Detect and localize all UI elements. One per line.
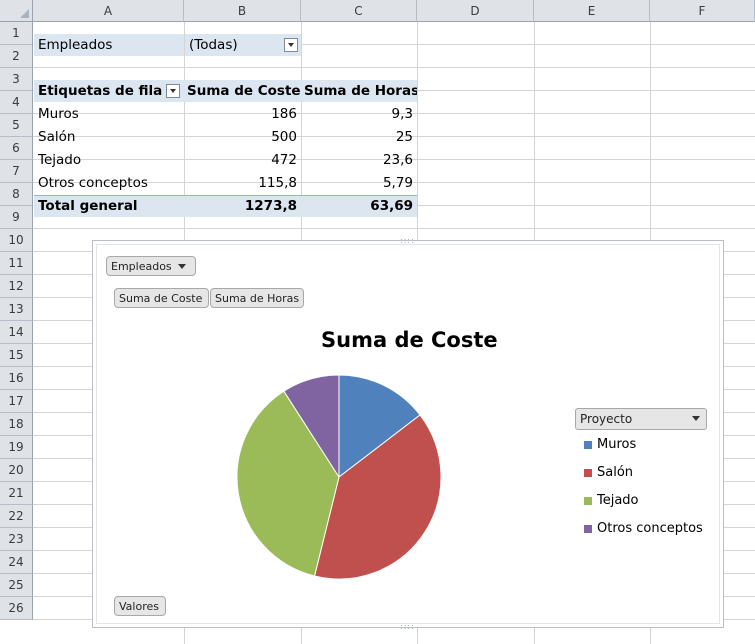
row-header[interactable]: 22 xyxy=(0,505,33,528)
row-header[interactable]: 16 xyxy=(0,367,33,390)
row-header[interactable]: 24 xyxy=(0,551,33,574)
filter-dropdown-button[interactable] xyxy=(284,38,298,52)
row-header[interactable]: 1 xyxy=(0,22,33,45)
column-header-f[interactable]: F xyxy=(650,0,755,22)
row-header[interactable]: 8 xyxy=(0,183,33,206)
select-all-corner[interactable] xyxy=(0,0,33,22)
chart-value-button-horas[interactable]: Suma de Horas xyxy=(210,288,304,308)
row-header[interactable]: 18 xyxy=(0,413,33,436)
pivot-header-coste[interactable]: Suma de Coste xyxy=(185,80,301,102)
pivot-row-label[interactable]: Tejado xyxy=(34,149,184,171)
row-header[interactable]: 3 xyxy=(0,68,33,91)
pie-chart[interactable] xyxy=(236,374,442,580)
row-header[interactable]: 17 xyxy=(0,390,33,413)
legend-label: Muros xyxy=(597,437,637,452)
pivot-coste-value[interactable]: 115,8 xyxy=(185,172,301,194)
row-header[interactable]: 5 xyxy=(0,114,33,137)
chart-title[interactable]: Suma de Coste xyxy=(321,328,498,352)
chevron-down-icon xyxy=(177,263,186,269)
legend-field-label: Proyecto xyxy=(580,412,633,426)
row-header[interactable]: 23 xyxy=(0,528,33,551)
column-header-c[interactable]: C xyxy=(301,0,417,22)
pivot-horas-value[interactable]: 9,3 xyxy=(302,103,417,125)
row-header[interactable]: 26 xyxy=(0,597,33,620)
pivot-total-coste[interactable]: 1273,8 xyxy=(185,195,301,217)
row-header[interactable]: 19 xyxy=(0,436,33,459)
legend-item[interactable]: Muros xyxy=(584,437,636,452)
row-header[interactable]: 12 xyxy=(0,275,33,298)
row-header[interactable]: 2 xyxy=(0,45,33,68)
chart-value-button-coste[interactable]: Suma de Coste xyxy=(114,288,209,308)
legend-label: Salón xyxy=(597,465,634,480)
legend-swatch xyxy=(584,496,592,505)
legend-label: Tejado xyxy=(597,493,639,508)
chart-resize-handle-bottom[interactable]: :::: xyxy=(400,622,415,631)
legend-swatch xyxy=(584,468,592,477)
legend-item[interactable]: Tejado xyxy=(584,493,639,508)
pivot-row-labels-header[interactable]: Etiquetas de fila xyxy=(34,80,184,102)
legend-field-button-proyecto[interactable]: Proyecto xyxy=(575,408,707,430)
row-header[interactable]: 14 xyxy=(0,321,33,344)
row-header[interactable]: 13 xyxy=(0,298,33,321)
row-header[interactable]: 4 xyxy=(0,91,33,114)
legend-item[interactable]: Otros conceptos xyxy=(584,521,703,536)
filter-label-cell[interactable]: Empleados xyxy=(34,34,184,56)
chart-axis-button-valores[interactable]: Valores xyxy=(114,596,166,616)
column-header-a[interactable]: A xyxy=(33,0,184,22)
column-header-e[interactable]: E xyxy=(534,0,650,22)
row-header[interactable]: 7 xyxy=(0,160,33,183)
legend-swatch xyxy=(584,524,592,533)
pivot-row-label[interactable]: Muros xyxy=(34,103,184,125)
row-header[interactable]: 11 xyxy=(0,252,33,275)
column-header-b[interactable]: B xyxy=(184,0,301,22)
legend-swatch xyxy=(584,440,592,449)
pivot-horas-value[interactable]: 25 xyxy=(302,126,417,148)
row-header[interactable]: 9 xyxy=(0,206,33,229)
chart-filter-button-empleados[interactable]: Empleados xyxy=(106,256,196,276)
row-header[interactable]: 25 xyxy=(0,574,33,597)
chart-resize-handle-top[interactable]: :::: xyxy=(400,236,415,245)
pivot-total-horas[interactable]: 63,69 xyxy=(302,195,417,217)
row-header[interactable]: 20 xyxy=(0,459,33,482)
row-labels-dropdown-button[interactable] xyxy=(166,84,180,98)
row-header[interactable]: 6 xyxy=(0,137,33,160)
column-header-d[interactable]: D xyxy=(417,0,534,22)
row-header[interactable]: 21 xyxy=(0,482,33,505)
chart-filter-label: Empleados xyxy=(111,259,172,273)
row-header[interactable]: 10 xyxy=(0,229,33,252)
pivot-coste-value[interactable]: 500 xyxy=(185,126,301,148)
pivot-horas-value[interactable]: 23,6 xyxy=(302,149,417,171)
legend-label: Otros conceptos xyxy=(597,521,703,536)
pivot-coste-value[interactable]: 472 xyxy=(185,149,301,171)
pivot-coste-value[interactable]: 186 xyxy=(185,103,301,125)
pivot-total-label[interactable]: Total general xyxy=(34,195,184,217)
legend-item[interactable]: Salón xyxy=(584,465,633,480)
pivot-horas-value[interactable]: 5,79 xyxy=(302,172,417,194)
row-header[interactable]: 15 xyxy=(0,344,33,367)
pivot-header-horas[interactable]: Suma de Horas xyxy=(302,80,417,102)
chevron-down-icon xyxy=(692,416,700,421)
pivot-row-label[interactable]: Salón xyxy=(34,126,184,148)
pivot-row-label[interactable]: Otros conceptos xyxy=(34,172,184,194)
